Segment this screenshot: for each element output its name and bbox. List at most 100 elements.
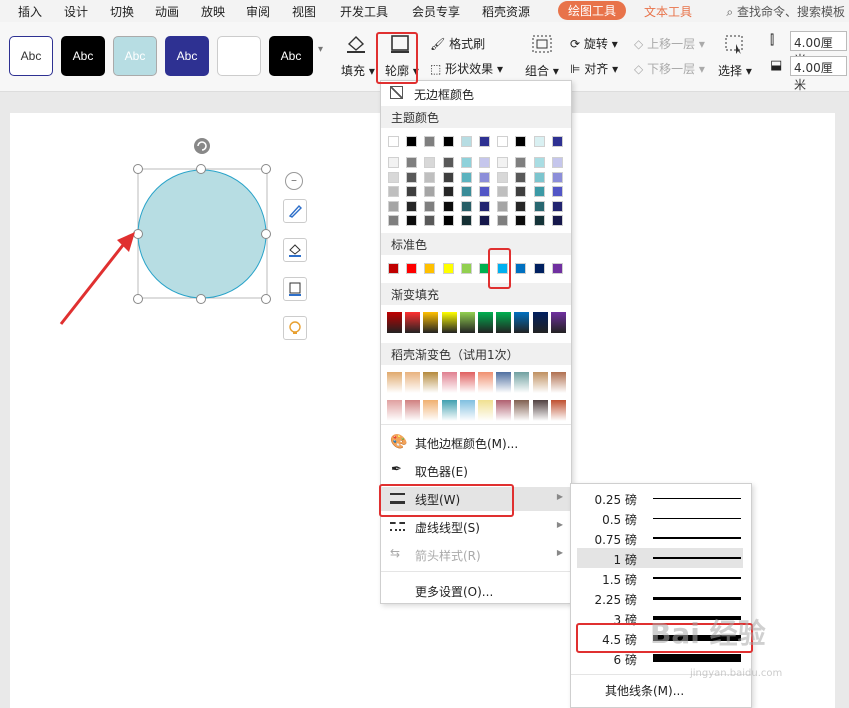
color-swatch[interactable]	[479, 157, 490, 168]
tab-drawing-tools[interactable]: 绘图工具	[558, 1, 627, 20]
color-swatch[interactable]	[460, 171, 472, 183]
line-weight-option[interactable]: 1.5 磅	[577, 568, 743, 588]
color-swatch[interactable]	[533, 171, 545, 183]
standard-color-swatch[interactable]	[406, 263, 418, 274]
shape-style-4[interactable]: Abc	[165, 36, 209, 76]
gradient-swatch[interactable]	[496, 312, 512, 333]
standard-color-swatch[interactable]	[424, 263, 436, 274]
select-button[interactable]: 选择 ▾	[718, 62, 752, 79]
resize-handle[interactable]	[261, 164, 271, 174]
docer-gradient-swatch[interactable]	[496, 400, 512, 421]
shape-effect-button[interactable]: ⬚ 形状效果 ▾	[430, 60, 503, 77]
resize-handle[interactable]	[261, 294, 271, 304]
color-swatch[interactable]	[406, 136, 418, 147]
gradient-swatch[interactable]	[550, 312, 566, 333]
color-swatch[interactable]	[442, 171, 454, 183]
gradient-swatch[interactable]	[441, 312, 457, 333]
fill-icon[interactable]	[283, 238, 307, 262]
color-swatch[interactable]	[460, 215, 472, 226]
more-settings-item[interactable]: 更多设置(O)...	[381, 579, 571, 603]
more-styles-icon[interactable]: ▾	[318, 44, 323, 55]
align-button[interactable]: ⊫ 对齐 ▾	[570, 60, 618, 77]
docer-gradient-swatch[interactable]	[514, 372, 530, 393]
color-swatch[interactable]	[515, 136, 527, 147]
more-lines-item[interactable]: 其他线条(M)...	[605, 682, 684, 699]
docer-gradient-swatch[interactable]	[459, 372, 475, 393]
fill-button[interactable]: 填充 ▾	[341, 62, 375, 79]
gradient-swatch[interactable]	[459, 312, 475, 333]
color-swatch[interactable]	[551, 215, 563, 226]
color-swatch[interactable]	[442, 215, 454, 226]
color-swatch[interactable]	[551, 186, 563, 197]
tab-insert[interactable]: 插入	[18, 3, 42, 20]
docer-gradient-swatch[interactable]	[405, 372, 421, 393]
rotate-handle-icon[interactable]	[192, 136, 212, 156]
docer-gradient-swatch[interactable]	[423, 400, 439, 421]
width-input[interactable]: 4.00厘米	[790, 56, 847, 92]
bring-forward-button[interactable]: ◇ 上移一层 ▾	[634, 35, 705, 52]
color-swatch[interactable]	[460, 186, 472, 197]
docer-gradient-swatch[interactable]	[532, 372, 548, 393]
color-swatch[interactable]	[406, 171, 418, 183]
color-swatch[interactable]	[388, 157, 399, 168]
color-swatch[interactable]	[533, 200, 545, 212]
standard-color-swatch[interactable]	[442, 263, 454, 274]
gradient-swatch[interactable]	[423, 312, 439, 333]
color-swatch[interactable]	[479, 200, 490, 212]
color-swatch[interactable]	[551, 136, 563, 147]
docer-gradient-swatch[interactable]	[514, 400, 530, 421]
tab-view[interactable]: 视图	[292, 3, 316, 20]
shape-style-6[interactable]: Abc	[269, 36, 313, 76]
resize-handle[interactable]	[133, 164, 143, 174]
group-button[interactable]: 组合 ▾	[525, 62, 559, 79]
line-weight-option[interactable]: 0.25 磅	[577, 488, 743, 508]
docer-gradient-swatch[interactable]	[423, 372, 439, 393]
docer-gradient-swatch[interactable]	[550, 372, 566, 393]
color-swatch[interactable]	[515, 157, 527, 168]
color-swatch[interactable]	[515, 171, 527, 183]
color-swatch[interactable]	[442, 200, 454, 212]
color-swatch[interactable]	[388, 200, 399, 212]
color-swatch[interactable]	[551, 200, 563, 212]
color-swatch[interactable]	[515, 186, 527, 197]
line-weight-option[interactable]: 0.5 磅	[577, 508, 743, 528]
resize-handle[interactable]	[196, 164, 206, 174]
docer-gradient-swatch[interactable]	[478, 372, 493, 393]
color-swatch[interactable]	[424, 186, 436, 197]
color-swatch[interactable]	[424, 171, 436, 183]
color-swatch[interactable]	[479, 136, 490, 147]
shape-style-5[interactable]	[217, 36, 261, 76]
rotate-button[interactable]: ⟳ 旋转 ▾	[570, 35, 618, 52]
gradient-swatch[interactable]	[532, 312, 548, 333]
color-swatch[interactable]	[515, 200, 527, 212]
color-swatch[interactable]	[551, 157, 563, 168]
color-swatch[interactable]	[424, 157, 436, 168]
color-swatch[interactable]	[424, 200, 436, 212]
color-swatch[interactable]	[515, 215, 527, 226]
no-border-color-item[interactable]: 无边框颜色	[381, 82, 571, 106]
color-swatch[interactable]	[460, 157, 472, 168]
style-brush-icon[interactable]	[283, 199, 307, 223]
color-swatch[interactable]	[406, 200, 418, 212]
docer-gradient-swatch[interactable]	[441, 372, 457, 393]
docer-gradient-swatch[interactable]	[405, 400, 421, 421]
docer-gradient-swatch[interactable]	[441, 400, 457, 421]
color-swatch[interactable]	[533, 157, 545, 168]
shape-style-3[interactable]: Abc	[113, 36, 157, 76]
command-search[interactable]: ⌕ 查找命令、搜索模板	[726, 3, 845, 20]
resize-handle[interactable]	[261, 229, 271, 239]
shape-style-2[interactable]: Abc	[61, 36, 105, 76]
lightbulb-icon[interactable]	[283, 316, 307, 340]
line-weight-option[interactable]: 1 磅	[577, 548, 743, 568]
tab-text-tools[interactable]: 文本工具	[644, 3, 692, 20]
standard-color-swatch[interactable]	[533, 263, 545, 274]
standard-color-swatch[interactable]	[515, 263, 527, 274]
standard-color-swatch[interactable]	[551, 263, 563, 274]
tab-animation[interactable]: 动画	[155, 3, 179, 20]
send-backward-button[interactable]: ◇ 下移一层 ▾	[634, 60, 705, 77]
color-swatch[interactable]	[497, 186, 509, 197]
color-swatch[interactable]	[406, 157, 418, 168]
color-swatch[interactable]	[388, 171, 399, 183]
gradient-swatch[interactable]	[405, 312, 421, 333]
line-weight-option[interactable]: 2.25 磅	[577, 588, 743, 608]
